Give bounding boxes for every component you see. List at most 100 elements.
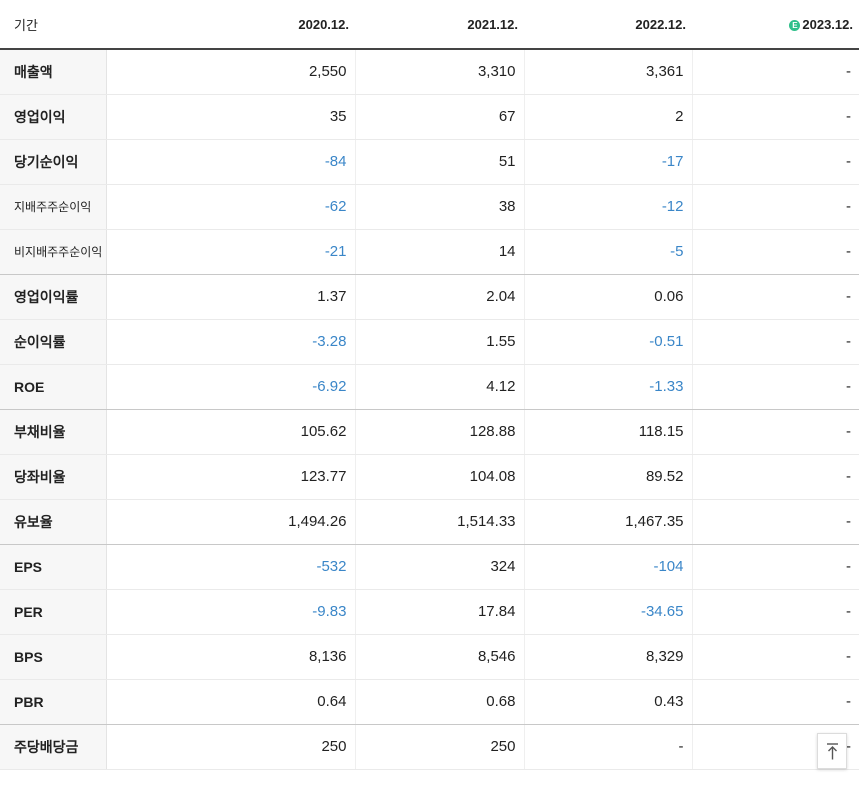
value-cell-2022: 8,329 bbox=[523, 634, 692, 680]
value-cell-2021: 0.68 bbox=[354, 679, 524, 725]
value-cell-2020: 1,494.26 bbox=[105, 499, 355, 545]
table-row: 매출액 2,550 3,310 3,361- bbox=[0, 49, 859, 95]
value-cell-2021: 38 bbox=[354, 184, 524, 230]
value-cell-2023: - bbox=[691, 499, 859, 545]
value-cell-2020: -21 bbox=[105, 229, 355, 275]
value-cell-2020: 123.77 bbox=[105, 454, 355, 500]
value-cell-2022: -34.65 bbox=[523, 589, 692, 635]
value-cell-2023: - bbox=[691, 94, 859, 140]
row-label: PBR bbox=[0, 679, 107, 725]
value-cell-2023: - bbox=[691, 544, 859, 590]
value-cell-2022: 3,361 bbox=[523, 49, 692, 95]
value-cell-2023: - bbox=[691, 49, 859, 95]
row-label: 부채비율 bbox=[0, 409, 107, 455]
value-cell-2020: 35 bbox=[105, 94, 355, 140]
value-cell-2021: 67 bbox=[354, 94, 524, 140]
table-row: EPS -532 324 -104- bbox=[0, 544, 859, 590]
column-header-2021: 2021.12. bbox=[355, 0, 524, 50]
value-cell-2023: - bbox=[691, 184, 859, 230]
value-cell-2021: 17.84 bbox=[354, 589, 524, 635]
value-cell-2022: -104 bbox=[523, 544, 692, 590]
value-cell-2022: - bbox=[523, 724, 692, 770]
table-row: PER -9.83 17.84 -34.65- bbox=[0, 589, 859, 635]
value-cell-2022: 0.06 bbox=[523, 274, 692, 320]
table-row: BPS 8,136 8,546 8,329- bbox=[0, 634, 859, 680]
row-label: 당기순이익 bbox=[0, 139, 107, 185]
value-cell-2023: - bbox=[691, 364, 859, 410]
table-row: 순이익률 -3.28 1.55 -0.51- bbox=[0, 319, 859, 365]
table-row: 당좌비율 123.77 104.08 89.52- bbox=[0, 454, 859, 500]
financial-summary-table: 기간 2020.12. 2021.12. 2022.12. E 2023.12. … bbox=[0, 0, 859, 770]
value-cell-2021: 8,546 bbox=[354, 634, 524, 680]
value-cell-2022: -17 bbox=[523, 139, 692, 185]
row-label: 순이익률 bbox=[0, 319, 107, 365]
value-cell-2023: - bbox=[691, 634, 859, 680]
value-cell-2022: 0.43 bbox=[523, 679, 692, 725]
row-label: 비지배주주순이익 bbox=[0, 229, 107, 275]
value-cell-2023: - bbox=[691, 319, 859, 365]
table-row: 주당배당금 250 250- - bbox=[0, 724, 859, 770]
table-row: PBR 0.64 0.68 0.43- bbox=[0, 679, 859, 725]
table-row: 지배주주순이익 -62 38 -12- bbox=[0, 184, 859, 230]
value-cell-2023: - bbox=[691, 229, 859, 275]
value-cell-2020: -6.92 bbox=[105, 364, 355, 410]
row-label: EPS bbox=[0, 544, 107, 590]
value-cell-2021: 3,310 bbox=[354, 49, 524, 95]
row-label: PER bbox=[0, 589, 107, 635]
value-cell-2021: 51 bbox=[354, 139, 524, 185]
table-row: ROE -6.92 4.12 -1.33- bbox=[0, 364, 859, 410]
value-cell-2020: -84 bbox=[105, 139, 355, 185]
value-cell-2023: - bbox=[691, 274, 859, 320]
value-cell-2020: 0.64 bbox=[105, 679, 355, 725]
period-header: 기간 bbox=[0, 0, 106, 50]
value-cell-2021: 128.88 bbox=[354, 409, 524, 455]
value-cell-2022: 89.52 bbox=[523, 454, 692, 500]
estimate-badge-icon: E bbox=[789, 19, 801, 31]
value-cell-2023: - bbox=[691, 409, 859, 455]
table-row: 당기순이익 -84 51 -17- bbox=[0, 139, 859, 185]
value-cell-2022: 2 bbox=[523, 94, 692, 140]
row-label: 매출액 bbox=[0, 49, 107, 95]
row-label: 영업이익 bbox=[0, 94, 107, 140]
table-row: 유보율 1,494.26 1,514.33 1,467.35- bbox=[0, 499, 859, 545]
row-label: 주당배당금 bbox=[0, 724, 107, 770]
arrow-up-to-top-icon bbox=[827, 743, 838, 760]
table-row: 부채비율 105.62 128.88 118.15- bbox=[0, 409, 859, 455]
value-cell-2022: 1,467.35 bbox=[523, 499, 692, 545]
value-cell-2021: 104.08 bbox=[354, 454, 524, 500]
row-label: 당좌비율 bbox=[0, 454, 107, 500]
row-label: 지배주주순이익 bbox=[0, 184, 107, 230]
value-cell-2021: 14 bbox=[354, 229, 524, 275]
value-cell-2022: -5 bbox=[523, 229, 692, 275]
row-label: ROE bbox=[0, 364, 107, 410]
value-cell-2021: 2.04 bbox=[354, 274, 524, 320]
value-cell-2020: 250 bbox=[105, 724, 355, 770]
column-header-2023-label: 2023.12. bbox=[802, 16, 853, 32]
value-cell-2023: - bbox=[691, 679, 859, 725]
value-cell-2021: 324 bbox=[354, 544, 524, 590]
value-cell-2021: 1,514.33 bbox=[354, 499, 524, 545]
value-cell-2020: -532 bbox=[105, 544, 355, 590]
table-row: 영업이익률 1.37 2.04 0.06- bbox=[0, 274, 859, 320]
value-cell-2021: 250 bbox=[354, 724, 524, 770]
column-header-2023: E 2023.12. bbox=[692, 0, 859, 50]
value-cell-2022: -0.51 bbox=[523, 319, 692, 365]
value-cell-2022: 118.15 bbox=[523, 409, 692, 455]
value-cell-2020: 105.62 bbox=[105, 409, 355, 455]
table-header-row: 기간 2020.12. 2021.12. 2022.12. E 2023.12. bbox=[0, 0, 859, 50]
value-cell-2021: 4.12 bbox=[354, 364, 524, 410]
value-cell-2020: -62 bbox=[105, 184, 355, 230]
value-cell-2020: 2,550 bbox=[105, 49, 355, 95]
value-cell-2020: -3.28 bbox=[105, 319, 355, 365]
table-row: 비지배주주순이익 -21 14 -5- bbox=[0, 229, 859, 275]
table-row: 영업이익 35 67 2- bbox=[0, 94, 859, 140]
value-cell-2022: -12 bbox=[523, 184, 692, 230]
scroll-to-top-button[interactable] bbox=[817, 733, 847, 769]
row-label: BPS bbox=[0, 634, 107, 680]
value-cell-2020: 1.37 bbox=[105, 274, 355, 320]
value-cell-2021: 1.55 bbox=[354, 319, 524, 365]
value-cell-2020: 8,136 bbox=[105, 634, 355, 680]
value-cell-2022: -1.33 bbox=[523, 364, 692, 410]
column-header-2020: 2020.12. bbox=[106, 0, 355, 50]
value-cell-2020: -9.83 bbox=[105, 589, 355, 635]
